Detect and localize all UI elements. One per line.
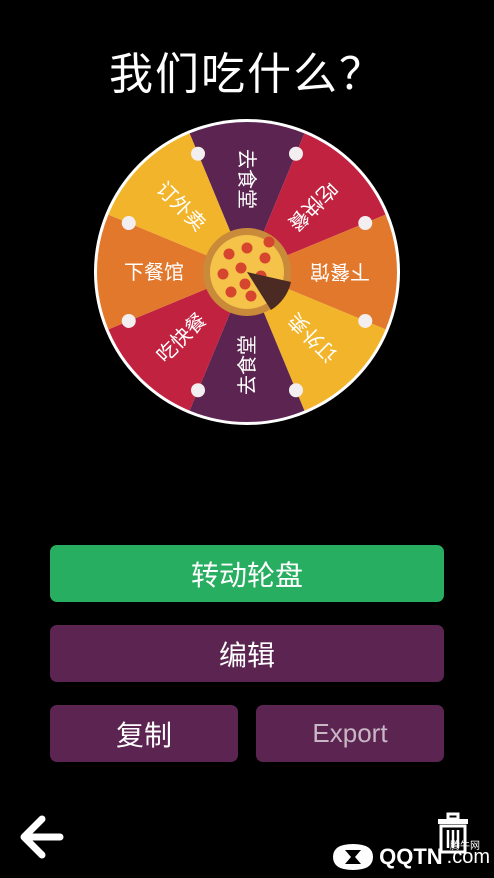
spin-wheel[interactable]: 去食堂 吃快餐 下餐馆 订外卖 去食堂 吃快餐 下餐馆 订外卖 xyxy=(0,0,494,460)
export-button[interactable]: Export xyxy=(256,705,444,762)
copy-button[interactable]: 复制 xyxy=(50,705,238,762)
spin-wheel-button[interactable]: 转动轮盘 xyxy=(50,545,444,602)
wheel-segment-label: 下餐馆 xyxy=(310,260,370,284)
back-arrow-icon[interactable] xyxy=(18,815,66,859)
watermark: QQTN .com xyxy=(331,840,490,874)
wheel-segment-label: 下餐馆 xyxy=(124,260,184,284)
watermark-text: QQTN xyxy=(379,844,443,869)
watermark-suffix: .com xyxy=(446,845,490,868)
wheel-peg xyxy=(121,313,136,328)
wheel-peg xyxy=(191,146,206,161)
watermark-logo-icon xyxy=(333,844,374,870)
edit-button[interactable]: 编辑 xyxy=(50,625,444,682)
wheel-peg xyxy=(288,146,303,161)
wheel-segment-label: 去食堂 xyxy=(235,149,259,209)
wheel-peg xyxy=(191,383,206,398)
wheel-peg xyxy=(358,313,373,328)
wheel-peg xyxy=(358,216,373,231)
wheel-peg xyxy=(121,216,136,231)
wheel-peg xyxy=(288,383,303,398)
pizza-icon xyxy=(203,228,291,316)
wheel-segment-label: 去食堂 xyxy=(235,335,259,395)
